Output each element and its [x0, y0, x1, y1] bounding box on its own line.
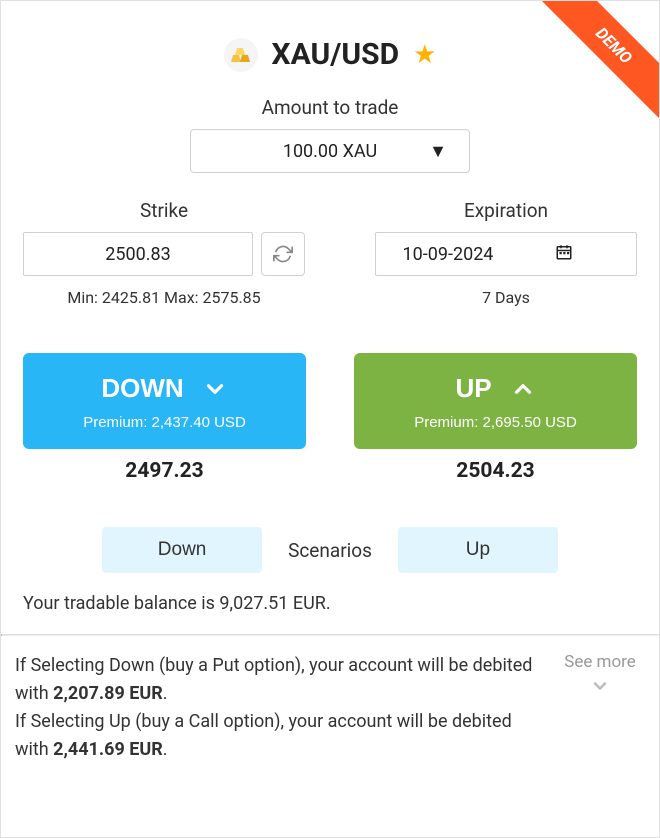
scenarios-label: Scenarios — [262, 539, 398, 562]
scenario-down-button[interactable]: Down — [102, 527, 262, 573]
refresh-button[interactable] — [261, 232, 305, 276]
amount-value: 100.00 XAU — [283, 141, 377, 162]
star-icon[interactable]: ★ — [413, 40, 436, 70]
up-premium: Premium: 2,695.50 USD — [364, 414, 627, 431]
up-button[interactable]: UP Premium: 2,695.50 USD — [354, 353, 637, 449]
calendar-icon — [506, 243, 622, 266]
up-button-label: UP — [455, 373, 491, 404]
refresh-icon — [273, 244, 293, 264]
chevron-up-icon — [510, 376, 536, 402]
header: XAU/USD ★ — [1, 1, 659, 96]
info-text: If Selecting Down (buy a Put option), yo… — [15, 652, 545, 764]
scenario-up-button[interactable]: Up — [398, 527, 558, 573]
down-button-label: DOWN — [101, 373, 183, 404]
amount-select[interactable]: 100.00 XAU ▼ — [190, 129, 470, 173]
down-bep: 2497.23 — [23, 459, 306, 483]
gold-icon — [224, 38, 258, 72]
down-premium: Premium: 2,437.40 USD — [33, 414, 296, 431]
amount-label: Amount to trade — [1, 96, 659, 119]
strike-range: Min: 2425.81 Max: 2575.85 — [23, 288, 305, 307]
info-up-amount: 2,441.69 EUR — [53, 739, 163, 760]
balance-text: Your tradable balance is 9,027.51 EUR. — [1, 573, 659, 634]
see-more-button[interactable]: See more — [555, 652, 645, 764]
expiration-value: 10-09-2024 — [390, 244, 506, 265]
expiration-duration: 7 Days — [375, 288, 637, 307]
expiration-input[interactable]: 10-09-2024 — [375, 232, 637, 276]
strike-label: Strike — [23, 199, 305, 222]
expiration-label: Expiration — [375, 199, 637, 222]
strike-input[interactable] — [23, 232, 253, 276]
down-button[interactable]: DOWN Premium: 2,437.40 USD — [23, 353, 306, 449]
caret-down-icon: ▼ — [429, 141, 447, 162]
info-down-amount: 2,207.89 EUR — [53, 683, 163, 704]
up-bep: 2504.23 — [354, 459, 637, 483]
pair-title: XAU/USD — [272, 37, 400, 72]
chevron-down-icon — [555, 676, 645, 696]
chevron-down-icon — [202, 376, 228, 402]
see-more-label: See more — [555, 652, 645, 672]
